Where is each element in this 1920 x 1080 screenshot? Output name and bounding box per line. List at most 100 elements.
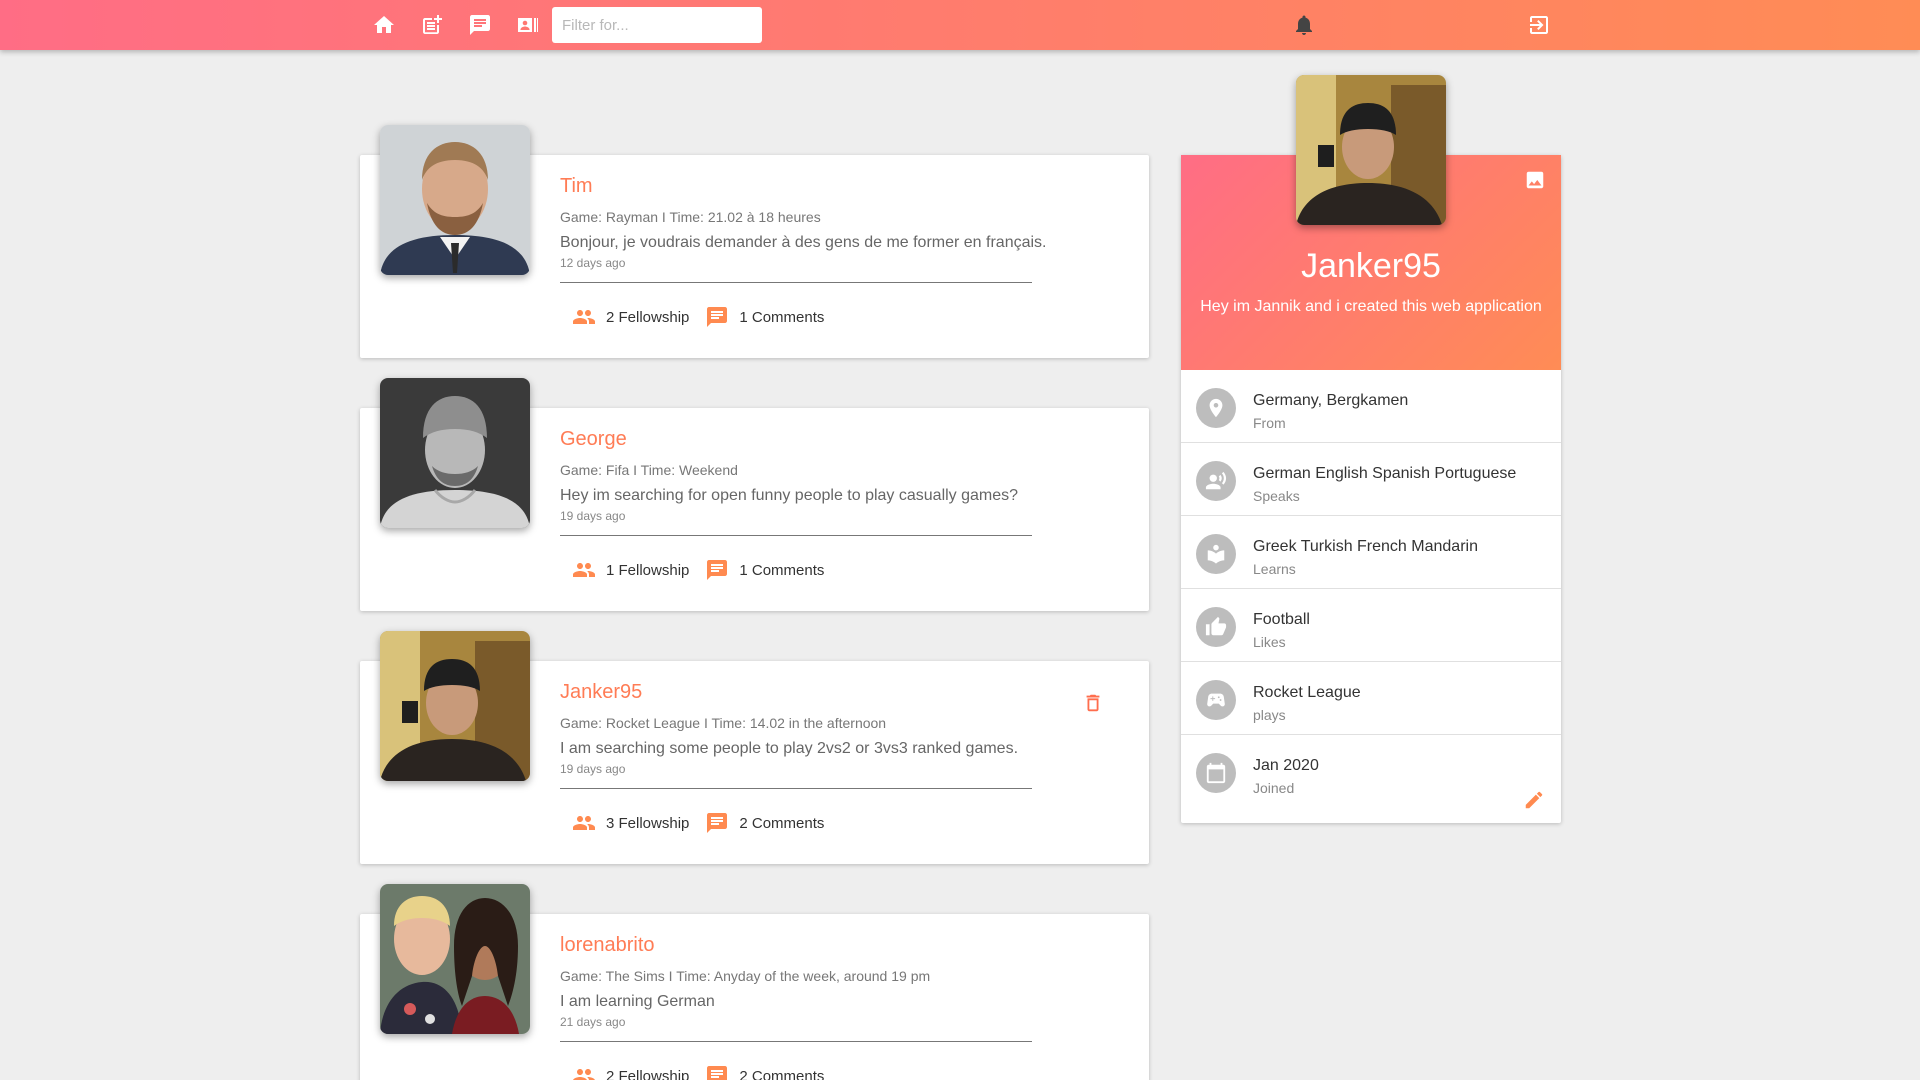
new-post-button[interactable] xyxy=(417,10,447,40)
profile-bio: Hey im Jannik and i created this web app… xyxy=(1200,298,1542,315)
fellowship-count[interactable]: 1 Fellowship xyxy=(606,562,689,579)
pencil-icon xyxy=(1525,791,1543,809)
post-game-info: Game: Fifa I Time: Weekend xyxy=(560,462,738,478)
comment-icon[interactable] xyxy=(705,305,729,329)
post-author[interactable]: lorenabrito xyxy=(560,934,655,957)
post-card: Tim Game: Rayman I Time: 21.02 à 18 heur… xyxy=(360,125,1149,358)
chat-icon xyxy=(470,15,490,35)
post-game-info: Game: Rocket League I Time: 14.02 in the… xyxy=(560,715,887,731)
contact-card-icon xyxy=(518,18,538,32)
post-author[interactable]: Tim xyxy=(560,175,593,198)
post-divider xyxy=(560,535,1032,536)
post-timestamp: 19 days ago xyxy=(560,762,626,776)
profile-info-speaks: German English Spanish Portuguese Speaks xyxy=(1181,443,1561,516)
location-icon xyxy=(1209,398,1223,418)
post-text: I am learning German xyxy=(560,993,715,1010)
profile-avatar[interactable] xyxy=(1296,75,1446,225)
home-button[interactable] xyxy=(369,10,399,40)
post-divider xyxy=(560,788,1032,789)
people-icon[interactable] xyxy=(572,305,596,329)
image-icon xyxy=(1526,171,1544,189)
avatar-man-cap-selfie xyxy=(380,631,530,781)
info-title: Germany, Bergkamen xyxy=(1253,392,1409,409)
comments-count[interactable]: 2 Comments xyxy=(739,815,824,832)
info-title: Football xyxy=(1253,611,1310,628)
avatar[interactable] xyxy=(380,125,530,275)
edit-profile-button[interactable] xyxy=(1523,789,1545,811)
comment-icon[interactable] xyxy=(705,1064,729,1080)
post-timestamp: 12 days ago xyxy=(560,256,626,270)
post-game-info: Game: The Sims I Time: Anyday of the wee… xyxy=(560,968,931,984)
comment-icon[interactable] xyxy=(705,811,729,835)
avatar[interactable] xyxy=(380,631,530,781)
info-subtitle: From xyxy=(1253,415,1286,431)
profile-card-button[interactable] xyxy=(513,10,543,40)
home-icon xyxy=(374,16,394,33)
profile-card: Janker95 Hey im Jannik and i created thi… xyxy=(1181,75,1561,823)
filter-input[interactable] xyxy=(552,7,762,43)
post-text: Hey im searching for open funny people t… xyxy=(560,487,1019,504)
profile-info-joined: Jan 2020 Joined xyxy=(1181,735,1561,808)
comments-count[interactable]: 1 Comments xyxy=(739,309,824,326)
notifications-button[interactable] xyxy=(1289,10,1319,40)
avatar-couple-selfie xyxy=(380,884,530,1034)
avatar-man-suit-beard xyxy=(380,125,530,275)
post-text: I am searching some people to play 2vs2 … xyxy=(560,740,1019,757)
avatar[interactable] xyxy=(380,378,530,528)
people-icon[interactable] xyxy=(572,558,596,582)
profile-info-plays: Rocket League plays xyxy=(1181,662,1561,735)
change-cover-button[interactable] xyxy=(1524,169,1546,191)
info-title: German English Spanish Portuguese xyxy=(1253,465,1517,482)
people-icon[interactable] xyxy=(572,811,596,835)
profile-info-learns: Greek Turkish French Mandarin Learns xyxy=(1181,516,1561,589)
info-subtitle: Likes xyxy=(1253,634,1286,650)
calendar-icon xyxy=(1206,762,1226,784)
comments-count[interactable]: 2 Comments xyxy=(739,1068,824,1080)
info-title: Rocket League xyxy=(1253,684,1361,701)
fellowship-count[interactable]: 2 Fellowship xyxy=(606,1068,689,1080)
comment-icon[interactable] xyxy=(705,558,729,582)
gamepad-icon xyxy=(1207,693,1225,707)
info-subtitle: Speaks xyxy=(1253,488,1300,504)
post-actions: 2 Fellowship 1 Comments xyxy=(572,306,824,328)
post-actions: 1 Fellowship 1 Comments xyxy=(572,559,824,581)
exit-icon xyxy=(1530,16,1548,34)
post-add-icon xyxy=(423,15,442,34)
thumb-up-icon xyxy=(1205,616,1227,636)
post-card: Janker95 Game: Rocket League I Time: 14.… xyxy=(360,631,1149,864)
info-subtitle: plays xyxy=(1253,707,1286,723)
info-subtitle: Learns xyxy=(1253,561,1296,577)
post-game-info: Game: Rayman I Time: 21.02 à 18 heures xyxy=(560,209,821,225)
post-text: Bonjour, je voudrais demander à des gens… xyxy=(560,234,1047,251)
avatar-man-beanie-bw xyxy=(380,378,530,528)
avatar[interactable] xyxy=(380,884,530,1034)
info-title: Jan 2020 xyxy=(1253,757,1319,774)
post-timestamp: 21 days ago xyxy=(560,1015,626,1029)
post-actions: 2 Fellowship 2 Comments xyxy=(572,1065,824,1080)
people-icon[interactable] xyxy=(572,1064,596,1080)
post-author[interactable]: Janker95 xyxy=(560,681,642,704)
fellowship-count[interactable]: 3 Fellowship xyxy=(606,815,689,832)
info-title: Greek Turkish French Mandarin xyxy=(1253,538,1478,555)
post-divider xyxy=(560,1041,1032,1042)
logout-button[interactable] xyxy=(1524,10,1554,40)
messages-button[interactable] xyxy=(465,10,495,40)
book-icon xyxy=(1207,544,1225,564)
info-subtitle: Joined xyxy=(1253,780,1295,796)
comments-count[interactable]: 1 Comments xyxy=(739,562,824,579)
trash-icon xyxy=(1086,694,1100,712)
profile-info-likes: Football Likes xyxy=(1181,589,1561,662)
post-author[interactable]: George xyxy=(560,428,627,451)
post-actions: 3 Fellowship 2 Comments xyxy=(572,812,824,834)
bell-icon xyxy=(1296,15,1312,35)
fellowship-count[interactable]: 2 Fellowship xyxy=(606,309,689,326)
post-card: lorenabrito Game: The Sims I Time: Anyda… xyxy=(360,884,1149,1080)
delete-post-button[interactable] xyxy=(1082,692,1104,714)
post-card: George Game: Fifa I Time: Weekend Hey im… xyxy=(360,378,1149,611)
speaker-icon xyxy=(1205,471,1227,490)
post-divider xyxy=(560,282,1032,283)
top-nav-bar xyxy=(0,0,1920,50)
profile-name: Janker95 xyxy=(1301,247,1441,285)
avatar-man-cap-selfie xyxy=(1296,75,1446,225)
profile-info-from: Germany, Bergkamen From xyxy=(1181,370,1561,443)
